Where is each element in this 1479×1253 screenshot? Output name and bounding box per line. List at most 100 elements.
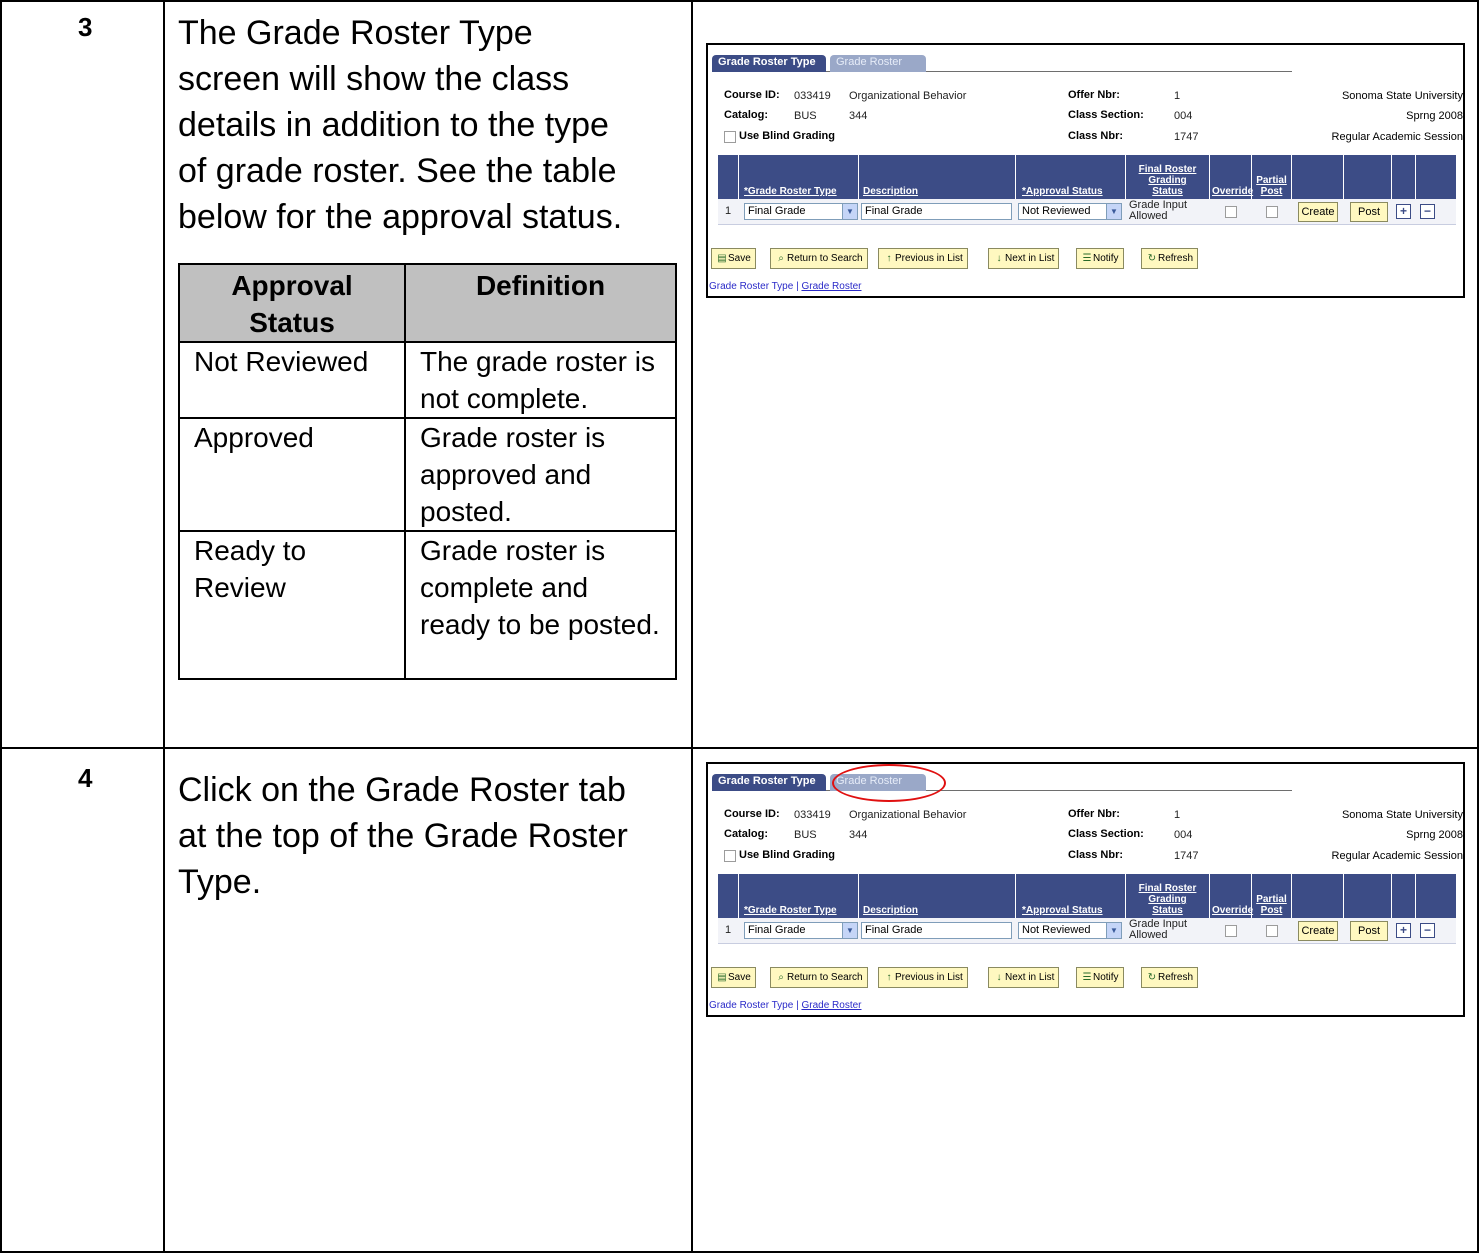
grading-status: Grade Input Allowed	[1129, 919, 1187, 941]
save-button[interactable]: ▤Save	[711, 248, 756, 269]
next-in-list-button[interactable]: ↓ Next in List	[988, 967, 1060, 988]
col-approval-status[interactable]: *Approval Status	[1022, 906, 1103, 916]
description-input[interactable]: Final Grade	[861, 922, 1012, 939]
chevron-down-icon[interactable]: ▼	[1106, 923, 1121, 938]
partial-post-checkbox[interactable]	[1266, 925, 1278, 937]
refresh-button[interactable]: ↻ Refresh	[1141, 248, 1199, 269]
tab-bar: Grade Roster Type Grade Roster	[712, 774, 1292, 791]
grade-roster-type-select[interactable]: Final Grade ▼	[744, 922, 858, 939]
blind-grading-checkbox[interactable]	[724, 850, 736, 862]
button-label: Refresh	[1158, 972, 1194, 983]
delete-row-icon[interactable]: −	[1420, 204, 1435, 219]
return-to-search-button[interactable]: ⌕ Return to Search	[770, 248, 868, 269]
button-label: Refresh	[1158, 253, 1194, 264]
grid-col: Description	[859, 874, 1016, 918]
link-grade-roster[interactable]: Grade Roster	[801, 281, 861, 292]
refresh-icon: ↻	[1147, 972, 1157, 983]
grid-col: Override	[1210, 155, 1253, 199]
col-approval-status[interactable]: *Approval Status	[1022, 187, 1103, 197]
col-final-roster[interactable]: Grading	[1126, 895, 1209, 905]
col-partial-post[interactable]: Partial	[1252, 895, 1291, 905]
button-label: Previous in List	[895, 972, 963, 983]
chevron-down-icon[interactable]: ▼	[842, 923, 857, 938]
page-links: Grade Roster Type | Grade Roster	[709, 1000, 862, 1011]
grid-col: Description	[859, 155, 1016, 199]
tab-grade-roster-type[interactable]: Grade Roster Type	[712, 55, 826, 72]
next-in-list-button[interactable]: ↓ Next in List	[988, 248, 1060, 269]
post-button[interactable]: Post	[1350, 202, 1388, 222]
col-grade-roster-type[interactable]: *Grade Roster Type	[744, 187, 837, 197]
previous-icon: ↑	[886, 972, 892, 983]
grid-header: *Grade Roster Type Description *Approval…	[718, 155, 1456, 199]
col-description[interactable]: Description	[863, 187, 918, 197]
tab-grade-roster[interactable]: Grade Roster	[830, 55, 926, 72]
table-divider	[163, 0, 165, 1253]
catalog-number: 344	[849, 110, 868, 122]
link-grade-roster-type[interactable]: Grade Roster Type	[709, 281, 793, 292]
blind-grading-checkbox[interactable]	[724, 131, 736, 143]
previous-in-list-button[interactable]: ↑ Previous in List	[878, 248, 968, 269]
col-partial-post[interactable]: Partial	[1252, 176, 1291, 186]
instruction-line: below for the approval status.	[178, 198, 623, 236]
approval-status-select[interactable]: Not Reviewed ▼	[1018, 203, 1122, 220]
add-row-icon[interactable]: +	[1396, 204, 1411, 219]
chevron-down-icon[interactable]: ▼	[842, 204, 857, 219]
description-input[interactable]: Final Grade	[861, 203, 1012, 220]
add-row-icon[interactable]: +	[1396, 923, 1411, 938]
button-label: Return to Search	[787, 253, 863, 264]
course-id-value: 033419	[794, 809, 831, 821]
offer-nbr-value: 1	[1174, 90, 1181, 102]
override-checkbox[interactable]	[1225, 206, 1237, 218]
col-final-roster[interactable]: Final Roster	[1126, 884, 1209, 894]
table-cell: The grade roster is not complete.	[404, 341, 677, 419]
save-button[interactable]: ▤Save	[711, 967, 756, 988]
col-partial-post[interactable]: Post	[1252, 906, 1291, 916]
table-header-row: Approval Status Definition	[178, 263, 677, 343]
button-label: Save	[728, 972, 751, 983]
offer-nbr-label: Offer Nbr:	[1068, 808, 1120, 820]
refresh-button[interactable]: ↻ Refresh	[1141, 967, 1199, 988]
instruction-line: details in addition to the type	[178, 106, 609, 144]
col-final-roster[interactable]: Final Roster	[1126, 165, 1209, 175]
notify-button[interactable]: ☰ Notify	[1076, 967, 1124, 988]
class-section-label: Class Section:	[1068, 828, 1144, 840]
button-label: Next in List	[1005, 253, 1055, 264]
table-row: Ready to Review Grade roster is complete…	[178, 530, 677, 680]
grade-roster-screenshot: Grade Roster Type Grade Roster Course ID…	[706, 43, 1465, 298]
row-number: 1	[725, 924, 732, 936]
select-value: Final Grade	[748, 205, 806, 217]
col-final-roster[interactable]: Grading	[1126, 176, 1209, 186]
partial-post-checkbox[interactable]	[1266, 206, 1278, 218]
previous-in-list-button[interactable]: ↑ Previous in List	[878, 967, 968, 988]
grid-col: *Approval Status	[1016, 874, 1126, 918]
previous-icon: ↑	[886, 253, 892, 264]
grid-col	[718, 155, 739, 199]
grade-roster-type-select[interactable]: Final Grade ▼	[744, 203, 858, 220]
link-grade-roster[interactable]: Grade Roster	[801, 1000, 861, 1011]
col-override[interactable]: Override	[1212, 187, 1253, 197]
create-button[interactable]: Create	[1298, 202, 1338, 222]
delete-row-icon[interactable]: −	[1420, 923, 1435, 938]
return-to-search-button[interactable]: ⌕ Return to Search	[770, 967, 868, 988]
grid-col: Override	[1210, 874, 1253, 918]
grading-status-line: Allowed	[1129, 929, 1168, 941]
tab-grade-roster-type[interactable]: Grade Roster Type	[712, 774, 826, 791]
create-button[interactable]: Create	[1298, 921, 1338, 941]
col-partial-post[interactable]: Post	[1252, 187, 1291, 197]
col-final-roster[interactable]: Status	[1126, 906, 1209, 916]
col-final-roster[interactable]: Status	[1126, 187, 1209, 197]
instruction-line: The Grade Roster Type	[178, 14, 533, 52]
col-description[interactable]: Description	[863, 906, 918, 916]
grid-col	[1344, 155, 1392, 199]
grid-col: *Grade Roster Type	[739, 874, 859, 918]
approval-status-select[interactable]: Not Reviewed ▼	[1018, 922, 1122, 939]
col-grade-roster-type[interactable]: *Grade Roster Type	[744, 906, 837, 916]
post-button[interactable]: Post	[1350, 921, 1388, 941]
instruction-line: of grade roster. See the table	[178, 152, 617, 190]
col-override[interactable]: Override	[1212, 906, 1253, 916]
session: Regular Academic Session	[1331, 131, 1463, 143]
link-grade-roster-type[interactable]: Grade Roster Type	[709, 1000, 793, 1011]
chevron-down-icon[interactable]: ▼	[1106, 204, 1121, 219]
notify-button[interactable]: ☰ Notify	[1076, 248, 1124, 269]
override-checkbox[interactable]	[1225, 925, 1237, 937]
